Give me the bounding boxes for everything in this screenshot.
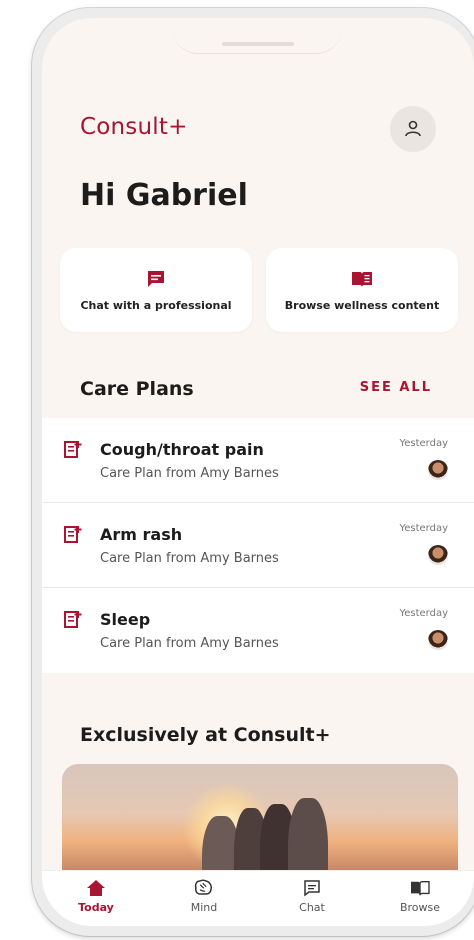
tab-label: Today xyxy=(78,901,114,914)
care-plan-subtitle: Care Plan from Amy Barnes xyxy=(100,636,279,651)
care-plan-icon xyxy=(64,441,82,458)
tab-label: Chat xyxy=(299,901,325,914)
tab-today[interactable]: Today xyxy=(42,871,150,926)
profile-icon xyxy=(405,120,421,137)
provider-avatar xyxy=(428,630,448,650)
book-icon xyxy=(411,881,430,896)
care-plan-row[interactable]: Arm rash Care Plan from Amy Barnes Yeste… xyxy=(42,503,474,588)
care-plan-time: Yesterday xyxy=(399,523,448,534)
speaker-bar xyxy=(222,42,294,46)
care-plan-title: Arm rash xyxy=(100,525,183,544)
brain-icon xyxy=(194,879,212,895)
tab-mind[interactable]: Mind xyxy=(150,871,258,926)
see-all-link[interactable]: SEE ALL xyxy=(360,380,432,395)
care-plan-subtitle: Care Plan from Amy Barnes xyxy=(100,551,279,566)
care-plan-icon xyxy=(64,611,82,628)
care-plan-title: Cough/throat pain xyxy=(100,440,264,459)
home-icon xyxy=(87,880,105,896)
greeting-title: Hi Gabriel xyxy=(80,178,248,213)
tab-label: Mind xyxy=(190,901,218,914)
tab-browse[interactable]: Browse xyxy=(366,871,474,926)
care-plan-subtitle: Care Plan from Amy Barnes xyxy=(100,466,279,481)
care-plan-icon xyxy=(64,526,82,543)
care-plan-time: Yesterday xyxy=(399,608,448,619)
tab-chat[interactable]: Chat xyxy=(258,871,366,926)
notch xyxy=(172,18,342,54)
browse-wellness-label: Browse wellness content xyxy=(284,298,440,312)
care-plan-title: Sleep xyxy=(100,610,151,629)
exclusive-title: Exclusively at Consult+ xyxy=(80,724,331,746)
provider-avatar xyxy=(428,545,448,565)
browse-wellness-card[interactable]: Browse wellness content xyxy=(266,248,458,332)
care-plan-row[interactable]: Cough/throat pain Care Plan from Amy Bar… xyxy=(42,418,474,503)
chat-professional-label: Chat with a professional xyxy=(80,298,232,312)
brand-logo: Consult+ xyxy=(80,114,188,140)
care-plans-list: Cough/throat pain Care Plan from Amy Bar… xyxy=(42,418,474,673)
provider-avatar xyxy=(428,460,448,480)
app-screen: Consult+ Hi Gabriel Chat with a professi… xyxy=(42,18,474,926)
bottom-tab-bar: Today Mind Chat Browse xyxy=(42,870,474,926)
care-plan-time: Yesterday xyxy=(399,438,448,449)
chat-icon xyxy=(304,880,320,897)
phone-frame: Consult+ Hi Gabriel Chat with a professi… xyxy=(32,8,474,936)
tab-label: Browse xyxy=(399,901,441,914)
book-icon xyxy=(352,271,372,287)
chat-bubble-icon xyxy=(148,270,164,287)
profile-button[interactable] xyxy=(390,106,436,152)
chat-professional-card[interactable]: Chat with a professional xyxy=(60,248,252,332)
care-plans-title: Care Plans xyxy=(80,378,194,400)
care-plan-row[interactable]: Sleep Care Plan from Amy Barnes Yesterda… xyxy=(42,588,474,673)
